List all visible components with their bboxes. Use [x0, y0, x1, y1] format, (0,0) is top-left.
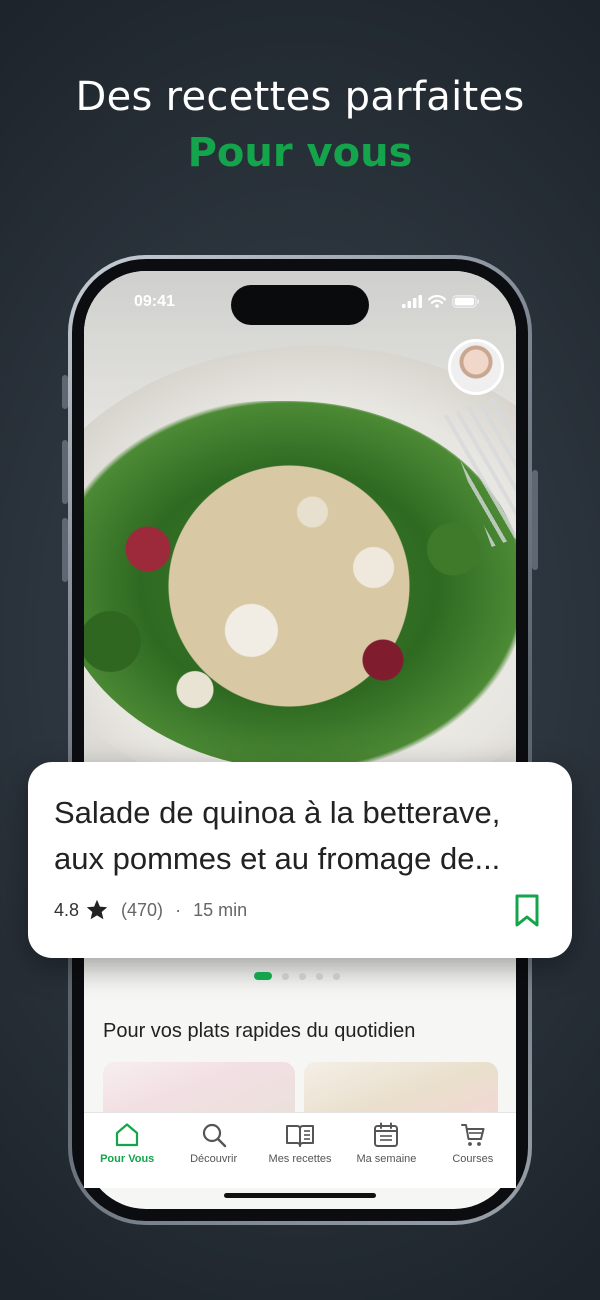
salad	[84, 401, 516, 771]
recipe-card[interactable]: Salade de quinoa à la betterave, aux pom…	[28, 762, 572, 958]
tab-mes-recettes[interactable]: Mes recettes	[257, 1113, 343, 1188]
wifi-icon	[428, 295, 446, 308]
recipe-review-count: (470)	[121, 899, 164, 920]
carousel-dot[interactable]	[299, 972, 306, 980]
battery-icon	[452, 295, 479, 308]
tab-label: Courses	[452, 1153, 494, 1165]
tab-ma-semaine[interactable]: Ma semaine	[343, 1113, 429, 1188]
tab-label: Ma semaine	[356, 1153, 417, 1165]
phone-power-button	[532, 470, 538, 570]
recipe-image[interactable]	[84, 271, 516, 791]
subheadline: Pour vous	[187, 130, 413, 176]
star-icon	[86, 899, 108, 920]
tab-decouvrir[interactable]: Découvrir	[170, 1113, 256, 1188]
cart-icon	[460, 1124, 485, 1146]
carousel-indicator[interactable]	[254, 972, 340, 980]
tab-pour-vous[interactable]: Pour Vous	[84, 1113, 170, 1188]
bottom-tab-bar: Pour Vous Découvrir Mes recettes Ma sema…	[84, 1112, 516, 1188]
carousel-dot[interactable]	[316, 972, 323, 980]
status-time: 09:41	[134, 293, 175, 310]
home-indicator[interactable]	[224, 1193, 376, 1198]
headline: Des recettes parfaites	[75, 74, 525, 120]
bookmark-icon[interactable]	[514, 894, 540, 928]
search-icon	[202, 1123, 226, 1148]
carousel-dot[interactable]	[333, 972, 340, 980]
carousel-dot[interactable]	[282, 972, 289, 980]
meta-separator: ·	[175, 899, 182, 920]
tab-label: Mes recettes	[268, 1153, 332, 1165]
cellular-signal-icon	[402, 295, 422, 308]
carousel-dot-active[interactable]	[254, 972, 272, 980]
recipe-rating: 4.8	[54, 899, 80, 920]
home-icon	[116, 1123, 139, 1147]
profile-avatar[interactable]	[448, 339, 504, 395]
recipe-duration: 15 min	[193, 899, 248, 920]
section-title: Pour vos plats rapides du quotidien	[103, 1020, 416, 1042]
tab-courses[interactable]: Courses	[430, 1113, 516, 1188]
recipe-meta: 4.8 (470) · 15 min	[54, 898, 247, 922]
calendar-icon	[374, 1122, 399, 1147]
tab-label: Découvrir	[190, 1153, 238, 1165]
status-icons	[402, 295, 480, 308]
tab-label: Pour Vous	[100, 1153, 155, 1165]
recipe-title: Salade de quinoa à la betterave, aux pom…	[54, 795, 501, 876]
book-icon	[286, 1125, 315, 1147]
dynamic-island	[231, 285, 369, 325]
